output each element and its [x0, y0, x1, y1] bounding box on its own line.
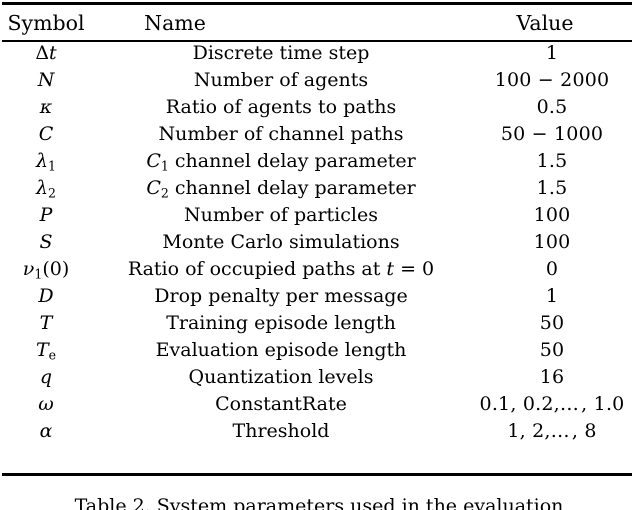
row-value: 50 — [539, 312, 565, 334]
subscript: e — [48, 347, 57, 363]
row-name: Drop penalty per message — [154, 285, 408, 307]
row-value: 1, 2,…, 8 — [472, 418, 632, 445]
row-symbol: κ — [39, 96, 53, 118]
row-name: Number of particles — [184, 204, 378, 226]
row-name: Threshold — [232, 420, 330, 442]
row-name: C2 channel delay parameter — [90, 175, 472, 202]
row-symbol: P — [39, 204, 53, 226]
t-glyph: t — [49, 42, 57, 64]
row-symbol: q — [39, 366, 53, 388]
table-row: q Quantization levels 16 — [2, 364, 632, 391]
subscript: 2 — [48, 185, 57, 201]
value-suffix: , 1.0 — [581, 393, 625, 415]
row-name: Number of channel paths — [158, 123, 404, 145]
row-symbol: λ1 — [2, 148, 90, 175]
table-row: P Number of particles 100 — [2, 202, 632, 229]
table-top-rule — [2, 2, 632, 5]
table-row: α Threshold 1, 2,…, 8 — [2, 418, 632, 445]
c-glyph: C — [146, 150, 161, 172]
table-header-row: Symbol Name Value — [2, 6, 632, 40]
row-value: 1 — [545, 42, 559, 64]
table-row: C Number of channel paths 50 − 1000 — [2, 121, 632, 148]
row-value: 50 — [539, 339, 565, 361]
row-symbol: ν1(0) — [2, 256, 90, 283]
table-caption: Table 2. System parameters used in the e… — [74, 495, 564, 510]
subscript: 2 — [160, 185, 169, 201]
subscript: 1 — [160, 158, 169, 174]
row-name-rest: channel delay parameter — [168, 177, 416, 199]
table-row: T Training episode length 50 — [2, 310, 632, 337]
row-name-rest: channel delay parameter — [168, 150, 416, 172]
row-name: Ratio of agents to paths — [165, 96, 397, 118]
row-symbol: λ2 — [2, 175, 90, 202]
row-value: 0.5 — [536, 96, 568, 118]
table-header: Symbol Name Value — [2, 6, 632, 40]
table-row: Te Evaluation episode length 50 — [2, 337, 632, 364]
row-name: Number of agents — [193, 69, 369, 91]
row-value: 1.5 — [536, 177, 568, 199]
table-bottom-rule — [2, 473, 632, 476]
row-symbol: T — [39, 312, 53, 334]
row-value: 100 − 2000 — [494, 69, 610, 91]
table-row: κ Ratio of agents to paths 0.5 — [2, 94, 632, 121]
row-name: ConstantRate — [215, 393, 347, 415]
row-symbol: Te — [2, 337, 90, 364]
row-value: 16 — [539, 366, 565, 388]
row-symbol: α — [39, 420, 53, 442]
t-glyph: T — [35, 339, 49, 361]
t-glyph: t — [386, 258, 395, 280]
row-name: C1 channel delay parameter — [90, 148, 472, 175]
paren-zero: (0) — [42, 258, 70, 280]
row-name: Discrete time step — [192, 42, 370, 64]
table-row: λ2 C2 channel delay parameter 1.5 — [2, 175, 632, 202]
ellipsis: … — [550, 420, 572, 442]
value-prefix: 1, 2, — [507, 420, 551, 442]
row-symbol: N — [37, 69, 55, 91]
lambda-glyph: λ — [35, 177, 49, 199]
row-symbol: S — [39, 231, 53, 253]
parameters-table: Symbol Name Value Δt Discrete time step … — [2, 6, 632, 445]
nu-glyph: ν — [22, 258, 35, 280]
row-symbol: D — [38, 285, 54, 307]
row-value: 0 — [545, 258, 559, 280]
table-row: S Monte Carlo simulations 100 — [2, 229, 632, 256]
row-name: Training episode length — [166, 312, 396, 334]
ellipsis: … — [559, 393, 582, 415]
table-figure: Symbol Name Value Δt Discrete time step … — [0, 0, 634, 510]
value-suffix: , 8 — [571, 420, 597, 442]
column-header-value: Value — [516, 10, 574, 35]
row-name: Monte Carlo simulations — [162, 231, 400, 253]
table-row: D Drop penalty per message 1 — [2, 283, 632, 310]
row-name-suffix: = 0 — [394, 258, 435, 280]
table-row: ν1(0) Ratio of occupied paths at t = 0 0 — [2, 256, 632, 283]
row-value: 1.5 — [536, 150, 568, 172]
row-name: Evaluation episode length — [155, 339, 407, 361]
row-value: 100 — [533, 231, 571, 253]
lambda-glyph: λ — [35, 150, 49, 172]
table-row: λ1 C1 channel delay parameter 1.5 — [2, 148, 632, 175]
row-symbol: Δt — [2, 40, 90, 67]
row-symbol: ω — [38, 393, 54, 415]
row-value: 0.1, 0.2,…, 1.0 — [472, 391, 632, 418]
row-name: Quantization levels — [188, 366, 374, 388]
row-name: Ratio of occupied paths at t = 0 — [90, 256, 472, 283]
table-row: Δt Discrete time step 1 — [2, 40, 632, 67]
column-header-symbol: Symbol — [7, 10, 85, 35]
value-prefix: 0.1, 0.2, — [479, 393, 560, 415]
row-value: 1 — [545, 285, 559, 307]
row-value: 100 — [533, 204, 571, 226]
table-row: ω ConstantRate 0.1, 0.2,…, 1.0 — [2, 391, 632, 418]
row-name-prefix: Ratio of occupied paths at — [127, 258, 387, 280]
delta-glyph: Δ — [35, 42, 50, 64]
table-row: N Number of agents 100 − 2000 — [2, 67, 632, 94]
c-glyph: C — [146, 177, 161, 199]
column-header-name: Name — [144, 10, 206, 35]
row-value: 50 − 1000 — [500, 123, 604, 145]
subscript: 1 — [48, 158, 57, 174]
row-symbol: C — [38, 123, 54, 145]
table-body: Δt Discrete time step 1 N Number of agen… — [2, 40, 632, 445]
